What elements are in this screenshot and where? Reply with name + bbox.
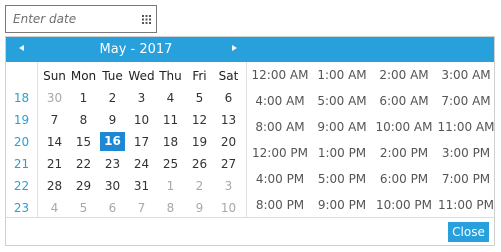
calendar-day[interactable]: 8 xyxy=(156,197,185,219)
footer-divider xyxy=(6,217,494,218)
calendar-day[interactable]: 28 xyxy=(40,175,69,197)
calendar-day[interactable]: 10 xyxy=(214,197,243,219)
calendar-grid-icon[interactable] xyxy=(142,15,151,24)
time-option[interactable]: 11:00 AM xyxy=(435,114,497,140)
week-number: 19 xyxy=(13,113,30,127)
weekday-header: Wed xyxy=(128,69,155,83)
calendar-day[interactable]: 13 xyxy=(214,109,243,131)
date-input[interactable]: Enter date xyxy=(5,5,157,33)
calendar-day[interactable]: 7 xyxy=(127,197,156,219)
calendar-day[interactable]: 25 xyxy=(156,153,185,175)
time-list: 12:00 AM 1:00 AM 2:00 AM 3:00 AM 4:00 AM 5:00… xyxy=(246,62,495,217)
calendar-day[interactable]: 17 xyxy=(127,131,156,153)
calendar-day[interactable]: 9 xyxy=(98,109,127,131)
weekday-header: Sun xyxy=(43,69,66,83)
date-input-placeholder: Enter date xyxy=(13,12,77,26)
time-option[interactable]: 7:00 PM xyxy=(435,166,497,192)
time-option[interactable]: 3:00 PM xyxy=(435,140,497,166)
calendar-day[interactable]: 11 xyxy=(156,109,185,131)
calendar-day[interactable]: 12 xyxy=(185,109,214,131)
time-option[interactable]: 2:00 AM xyxy=(373,62,435,88)
week-number: 22 xyxy=(13,179,30,193)
calendar-day[interactable]: 21 xyxy=(40,153,69,175)
calendar-day[interactable]: 24 xyxy=(127,153,156,175)
calendar-day[interactable]: 2 xyxy=(98,87,127,109)
week-number: 21 xyxy=(13,157,30,171)
calendar-day[interactable]: 3 xyxy=(214,175,243,197)
time-option[interactable]: 3:00 AM xyxy=(435,62,497,88)
calendar-day[interactable]: 29 xyxy=(69,175,98,197)
calendar-header: May - 2017 xyxy=(6,37,494,62)
time-option[interactable]: 10:00 PM xyxy=(373,192,435,218)
time-option[interactable]: 8:00 PM xyxy=(249,192,311,218)
calendar-grid: Sun Mon Tue Wed Thu Fri Sat 18 19 20 21 22 23 30 1 2 3 4 5… xyxy=(6,62,244,217)
calendar-day[interactable]: 30 xyxy=(40,87,69,109)
time-option[interactable]: 5:00 AM xyxy=(311,88,373,114)
time-option[interactable]: 12:00 PM xyxy=(249,140,311,166)
time-option[interactable]: 8:00 AM xyxy=(249,114,311,140)
calendar-day[interactable]: 14 xyxy=(40,131,69,153)
time-option[interactable]: 6:00 PM xyxy=(373,166,435,192)
calendar-day[interactable]: 23 xyxy=(98,153,127,175)
calendar-day[interactable]: 6 xyxy=(98,197,127,219)
weekday-header: Mon xyxy=(70,69,97,83)
time-option[interactable]: 11:00 PM xyxy=(435,192,497,218)
calendar-day[interactable]: 26 xyxy=(185,153,214,175)
triangle-left-icon[interactable] xyxy=(19,45,24,51)
calendar-day[interactable]: 27 xyxy=(214,153,243,175)
calendar-day[interactable]: 7 xyxy=(40,109,69,131)
time-option[interactable]: 2:00 PM xyxy=(373,140,435,166)
calendar-day[interactable]: 16 xyxy=(100,132,125,151)
week-number: 20 xyxy=(13,135,30,149)
time-option[interactable]: 4:00 PM xyxy=(249,166,311,192)
time-option[interactable]: 6:00 AM xyxy=(373,88,435,114)
time-option[interactable]: 4:00 AM xyxy=(249,88,311,114)
time-option[interactable]: 5:00 PM xyxy=(311,166,373,192)
calendar-day[interactable]: 31 xyxy=(127,175,156,197)
calendar-day[interactable]: 4 xyxy=(40,197,69,219)
calendar-day[interactable]: 15 xyxy=(69,131,98,153)
time-option[interactable]: 9:00 PM xyxy=(311,192,373,218)
calendar-day[interactable]: 30 xyxy=(98,175,127,197)
week-number: 23 xyxy=(13,201,30,215)
weekday-header: Tue xyxy=(102,69,123,83)
weekday-header: Sat xyxy=(218,69,239,83)
calendar-day[interactable]: 5 xyxy=(69,197,98,219)
datetime-popup: May - 2017 Sun Mon Tue Wed Thu Fri Sat 18 19 20 21… xyxy=(5,36,495,246)
time-option[interactable]: 1:00 AM xyxy=(311,62,373,88)
time-option[interactable]: 12:00 AM xyxy=(249,62,311,88)
calendar-day[interactable]: 10 xyxy=(127,109,156,131)
time-option[interactable]: 10:00 AM xyxy=(373,114,435,140)
calendar-day[interactable]: 2 xyxy=(185,175,214,197)
month-title[interactable]: May - 2017 xyxy=(88,42,184,57)
weekday-header: Fri xyxy=(192,69,207,83)
calendar-day[interactable]: 18 xyxy=(156,131,185,153)
week-number: 18 xyxy=(13,91,30,105)
time-option[interactable]: 1:00 PM xyxy=(311,140,373,166)
calendar-day[interactable]: 19 xyxy=(185,131,214,153)
calendar-day[interactable]: 5 xyxy=(185,87,214,109)
time-option[interactable]: 9:00 AM xyxy=(311,114,373,140)
calendar-day[interactable]: 22 xyxy=(69,153,98,175)
calendar-day[interactable]: 6 xyxy=(214,87,243,109)
calendar-day[interactable]: 1 xyxy=(69,87,98,109)
calendar-day[interactable]: 8 xyxy=(69,109,98,131)
calendar-day[interactable]: 3 xyxy=(127,87,156,109)
triangle-right-icon[interactable] xyxy=(232,45,237,51)
weekday-header: Thu xyxy=(159,69,182,83)
calendar-day[interactable]: 1 xyxy=(156,175,185,197)
close-button[interactable]: Close xyxy=(448,222,489,242)
calendar-day[interactable]: 4 xyxy=(156,87,185,109)
time-option[interactable]: 7:00 AM xyxy=(435,88,497,114)
calendar-day[interactable]: 9 xyxy=(185,197,214,219)
calendar-day[interactable]: 20 xyxy=(214,131,243,153)
